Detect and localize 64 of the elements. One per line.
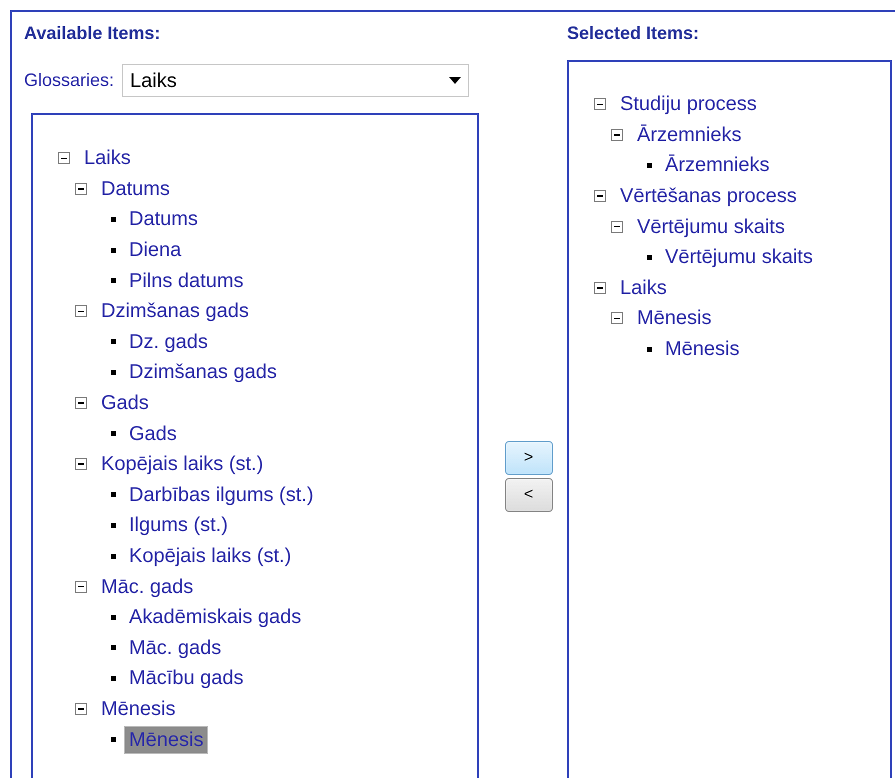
tree-item[interactable]: Vērtējumu skaits	[660, 243, 818, 272]
bullet-icon	[111, 737, 116, 742]
bullet-icon	[111, 278, 116, 284]
tree-item[interactable]: Pilns datums	[124, 266, 248, 295]
tree-item[interactable]: Gads	[124, 420, 182, 448]
dropdown-arrow-icon	[449, 77, 462, 84]
tree-node-label[interactable]: Vērtējumu skaits	[637, 212, 785, 242]
collapse-icon[interactable]	[75, 182, 87, 195]
field-label: Glossaries:	[24, 69, 114, 92]
tree-item[interactable]: Darbības ilgums (st.)	[124, 480, 318, 509]
bullet-icon	[111, 676, 116, 681]
bullet-icon	[111, 370, 116, 375]
move-button[interactable]: >	[504, 441, 552, 475]
tree-node-label[interactable]: Mēnesis	[101, 694, 176, 724]
panel-title: Available Items:	[24, 22, 162, 44]
bullet-icon	[111, 522, 116, 528]
tree-node-label[interactable]: Dzimšanas gads	[101, 296, 249, 326]
tree-node-label[interactable]: Māc. gads	[101, 572, 194, 602]
bullet-icon	[647, 162, 652, 168]
collapse-icon[interactable]	[75, 458, 87, 470]
move-button[interactable]: <	[504, 478, 552, 512]
bullet-icon	[111, 431, 116, 436]
tree-node-label[interactable]: Mēnesis	[637, 303, 712, 334]
tree-node-label[interactable]: Kopējais laiks (st.)	[101, 449, 264, 480]
bullet-icon	[111, 645, 116, 650]
panel-title: Selected Items:	[567, 22, 700, 44]
tree-item[interactable]: Akadēmiskais gads	[124, 603, 306, 632]
collapse-icon[interactable]	[594, 190, 606, 202]
tree-item[interactable]: Diena	[124, 236, 186, 264]
bullet-icon	[111, 614, 116, 620]
tree-node-label[interactable]: Laiks	[620, 272, 667, 303]
collapse-icon[interactable]	[611, 128, 623, 141]
bullet-icon	[111, 248, 116, 253]
collapse-icon[interactable]	[594, 282, 606, 294]
tree-node-label[interactable]: Vērtēšanas process	[620, 181, 797, 212]
collapse-icon[interactable]	[75, 305, 87, 318]
bullet-icon	[111, 216, 116, 222]
tree-node-label[interactable]: Datums	[101, 174, 170, 204]
tree-node-label[interactable]: Gads	[101, 388, 149, 418]
tree-item[interactable]: Kopējais laiks (st.)	[124, 542, 296, 570]
tree-item[interactable]: Māc. gads	[124, 634, 226, 662]
tree-item[interactable]: Mācību gads	[124, 664, 249, 692]
tree-node-label[interactable]: Laiks	[84, 143, 131, 174]
tree-item[interactable]: Datums	[124, 205, 203, 234]
tree-item[interactable]: Ilgums (st.)	[124, 511, 233, 540]
tree-item[interactable]: Ārzemnieks	[660, 151, 774, 180]
bullet-icon	[647, 346, 652, 352]
collapse-icon[interactable]	[75, 580, 87, 593]
tree-node-label[interactable]: Ārzemnieks	[637, 120, 742, 150]
collapse-icon[interactable]	[58, 152, 70, 164]
bullet-icon	[111, 339, 116, 344]
collapse-icon[interactable]	[75, 702, 87, 715]
bullet-icon	[647, 254, 652, 260]
glossary-dropdown[interactable]: Laiks	[122, 64, 470, 97]
tree-node-label[interactable]: Studiju process	[620, 89, 757, 120]
tree-item[interactable]: Mēnesis	[660, 335, 744, 364]
collapse-icon[interactable]	[611, 312, 623, 324]
tree-item[interactable]: Dzimšanas gads	[124, 358, 282, 386]
collapse-icon[interactable]	[611, 220, 623, 233]
bullet-icon	[111, 554, 116, 559]
collapse-icon[interactable]	[75, 397, 87, 410]
bullet-icon	[111, 492, 116, 498]
collapse-icon[interactable]	[594, 98, 606, 110]
tree-item[interactable]: Dz. gads	[124, 328, 213, 356]
